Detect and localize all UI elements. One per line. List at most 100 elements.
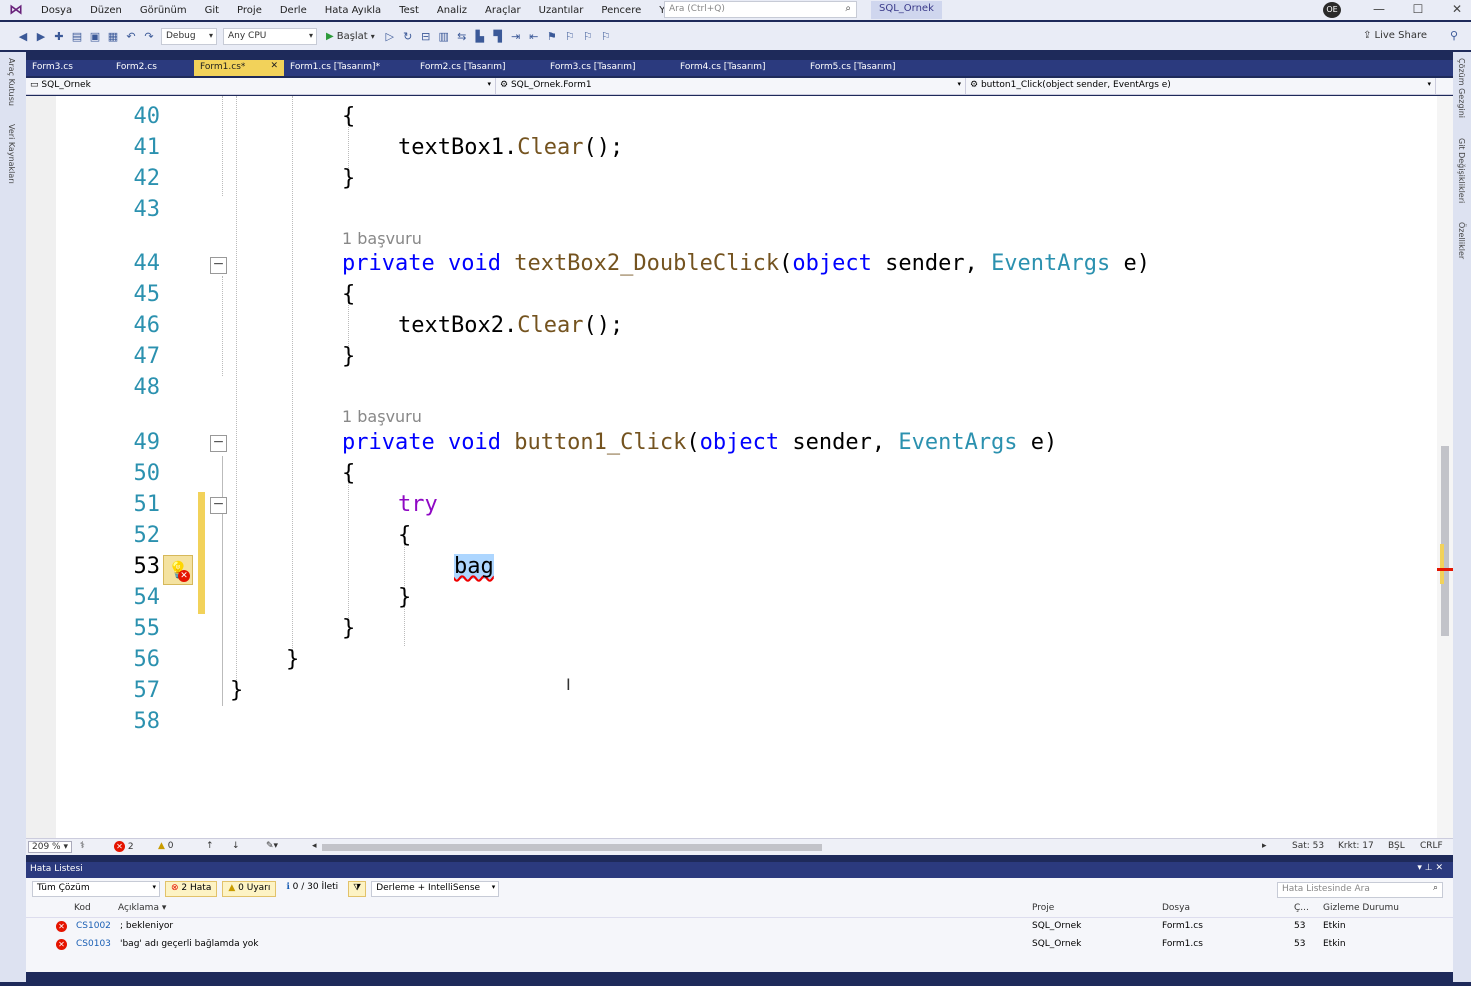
error-list-search-input[interactable]: Hata Listesinde Ara ⌕	[1277, 882, 1443, 898]
browse-icon[interactable]: ⊟	[417, 30, 435, 43]
indent-icon[interactable]: ⇥	[507, 30, 525, 43]
menu-proje[interactable]: Proje	[228, 5, 271, 16]
column-project[interactable]: Proje	[1032, 903, 1054, 913]
new-project-icon[interactable]: ✚	[50, 30, 68, 43]
feedback-icon[interactable]: ⚲	[1445, 29, 1463, 42]
tab-form1-cs[interactable]: Form1.cs* ✕	[194, 60, 284, 76]
format-icon[interactable]: ▜	[489, 30, 507, 43]
line-ending-indicator[interactable]: CRLF	[1420, 841, 1443, 851]
error-count[interactable]: ✕ 2	[114, 841, 134, 852]
config-select[interactable]: Debug ▾	[161, 27, 217, 45]
horizontal-scrollbar-thumb[interactable]	[322, 844, 822, 851]
align-icon[interactable]: ▙	[471, 30, 489, 43]
git-changes-tab[interactable]: Git Değişiklikleri	[1457, 138, 1466, 203]
menu-gorunum[interactable]: Görünüm	[131, 5, 196, 16]
class-dropdown[interactable]: ⚙ SQL_Ornek.Form1 ▾	[496, 78, 966, 94]
messages-filter-button[interactable]: ℹ 0 / 30 İleti	[281, 881, 343, 897]
menu-test[interactable]: Test	[390, 5, 428, 16]
codelens-references[interactable]: 1 başvuru	[342, 229, 422, 248]
platform-select[interactable]: Any CPU ▾	[223, 27, 317, 45]
column-suppression[interactable]: Gizleme Durumu	[1323, 903, 1399, 913]
clear-bookmarks-icon[interactable]: ⚐	[597, 30, 615, 43]
panel-dropdown-icon[interactable]: ▾	[1417, 863, 1422, 873]
column-line[interactable]: Ç...	[1294, 903, 1309, 913]
tab-form3-cs[interactable]: Form3.cs	[26, 60, 110, 76]
menu-hata-ayikla[interactable]: Hata Ayıkla	[316, 5, 390, 16]
layout-icon[interactable]: ▥	[435, 30, 453, 43]
tab-form4-designer[interactable]: Form4.cs [Tasarım]	[674, 60, 804, 76]
menu-git[interactable]: Git	[196, 5, 228, 16]
toolbox-tab[interactable]: Araç Kutusu	[7, 58, 16, 106]
search-input[interactable]: Ara (Ctrl+Q) ⌕	[664, 1, 857, 18]
selected-error-token[interactable]: bag	[454, 554, 494, 579]
scroll-right-icon[interactable]: ▸	[1262, 841, 1267, 851]
back-icon[interactable]: ◀	[14, 30, 32, 43]
next-issue-icon[interactable]: ↓	[232, 841, 240, 851]
menu-pencere[interactable]: Pencere	[592, 5, 650, 16]
build-filter-select[interactable]: Derleme + IntelliSense ▾	[371, 881, 500, 897]
menu-duzen[interactable]: Düzen	[81, 5, 131, 16]
redo-icon[interactable]: ↷	[140, 30, 158, 43]
project-dropdown[interactable]: ▭ SQL_Ornek ▾	[26, 78, 496, 94]
error-row[interactable]: ✕ CS1002 ; bekleniyor SQL_Ornek Form1.cs…	[26, 918, 1453, 936]
properties-tab[interactable]: Özellikler	[1457, 222, 1466, 259]
code-editor[interactable]: 40 41 42 43 44 45 46 47 48 49 50 51 52 5…	[26, 96, 1453, 838]
visual-studio-logo-icon[interactable]: ⋈	[0, 2, 32, 18]
member-dropdown[interactable]: ⚙ button1_Click(object sender, EventArgs…	[966, 78, 1436, 94]
quick-actions-lightbulb-icon[interactable]: 💡 ✕	[163, 555, 193, 585]
error-code-link[interactable]: CS0103	[76, 939, 111, 949]
save-icon[interactable]: ▣	[86, 30, 104, 43]
pin-icon[interactable]: ⊥	[1425, 863, 1433, 873]
health-icon[interactable]: ⚕	[80, 841, 85, 851]
insert-mode-indicator[interactable]: BŞL	[1388, 841, 1405, 851]
filter-toggle-button[interactable]: ⧩	[348, 881, 367, 897]
scroll-left-icon[interactable]: ◂	[312, 841, 317, 851]
minimize-icon[interactable]: —	[1369, 2, 1389, 16]
vertical-scrollbar[interactable]	[1437, 96, 1453, 838]
column-code[interactable]: Kod	[74, 903, 91, 913]
line-indicator[interactable]: Sat: 53	[1292, 841, 1324, 851]
undo-icon[interactable]: ↶	[122, 30, 140, 43]
avatar[interactable]: OE	[1323, 2, 1341, 18]
refresh-icon[interactable]: ↻	[399, 30, 417, 43]
column-description[interactable]: Açıklama ▾	[118, 903, 166, 913]
collapse-textbox2-doubleclick-icon[interactable]: −	[210, 257, 227, 274]
save-all-icon[interactable]: ▦	[104, 30, 122, 43]
data-sources-tab[interactable]: Veri Kaynakları	[7, 124, 16, 184]
tab-form5-designer[interactable]: Form5.cs [Tasarım]	[804, 60, 934, 76]
start-button[interactable]: ▶ Başlat ▾	[326, 31, 375, 42]
zoom-select[interactable]: 209 % ▾	[28, 841, 72, 853]
prev-bookmark-icon[interactable]: ⚐	[561, 30, 579, 43]
menu-araclar[interactable]: Araçlar	[476, 5, 530, 16]
next-bookmark-icon[interactable]: ⚐	[579, 30, 597, 43]
step-icon[interactable]: ⇆	[453, 30, 471, 43]
close-panel-icon[interactable]: ✕	[1435, 863, 1443, 873]
warning-count[interactable]: ▲ 0	[158, 841, 174, 851]
collapse-try-icon[interactable]: −	[210, 497, 227, 514]
errors-filter-button[interactable]: ⊗ 2 Hata	[165, 881, 218, 897]
close-tab-icon[interactable]: ✕	[270, 61, 278, 71]
tab-form1-designer[interactable]: Form1.cs [Tasarım]*	[284, 60, 414, 76]
column-indicator[interactable]: Krkt: 17	[1338, 841, 1374, 851]
scope-select[interactable]: Tüm Çözüm ▾	[32, 881, 160, 897]
tab-form2-cs[interactable]: Form2.cs	[110, 60, 194, 76]
close-window-icon[interactable]: ✕	[1447, 2, 1467, 16]
menu-derle[interactable]: Derle	[271, 5, 316, 16]
bookmark-icon[interactable]: ⚑	[543, 30, 561, 43]
solution-explorer-tab[interactable]: Çözüm Gezgini	[1457, 58, 1466, 118]
maximize-icon[interactable]: ☐	[1408, 2, 1428, 16]
menu-uzantilar[interactable]: Uzantılar	[530, 5, 593, 16]
menu-dosya[interactable]: Dosya	[32, 5, 81, 16]
column-file[interactable]: Dosya	[1162, 903, 1190, 913]
code-cleanup-icon[interactable]: ✎▾	[266, 841, 278, 851]
codelens-references[interactable]: 1 başvuru	[342, 407, 422, 426]
start-without-debug-icon[interactable]: ▷	[381, 30, 399, 43]
error-row[interactable]: ✕ CS0103 'bag' adı geçerli bağlamda yok …	[26, 936, 1453, 954]
forward-icon[interactable]: ▶	[32, 30, 50, 43]
glyph-margin[interactable]	[26, 96, 56, 838]
error-code-link[interactable]: CS1002	[76, 921, 111, 931]
outdent-icon[interactable]: ⇤	[525, 30, 543, 43]
menu-analiz[interactable]: Analiz	[428, 5, 476, 16]
prev-issue-icon[interactable]: ↑	[206, 841, 214, 851]
live-share-button[interactable]: ⇪ Live Share	[1363, 30, 1427, 41]
